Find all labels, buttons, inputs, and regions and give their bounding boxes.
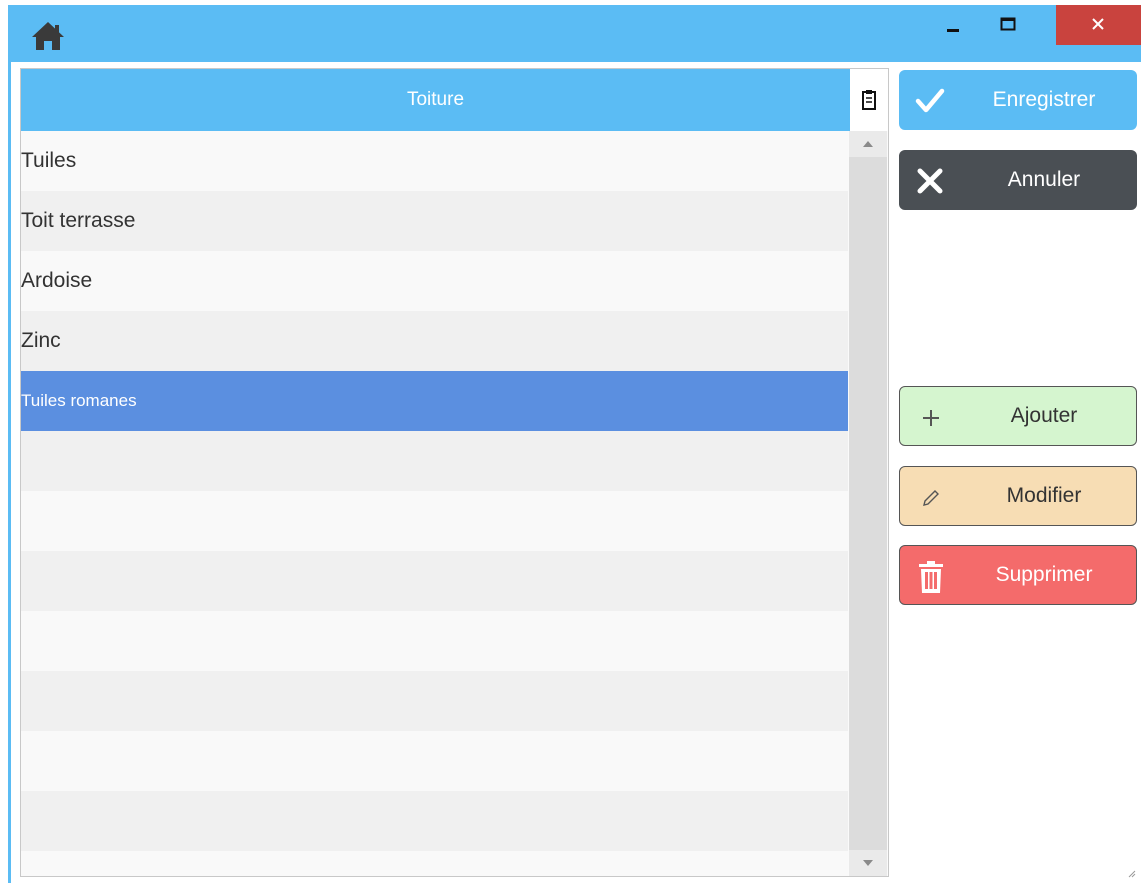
scroll-down-button[interactable]	[849, 850, 887, 876]
close-icon	[913, 164, 947, 198]
app-window: Toiture Tuiles Toit terrasse Ardoise Zin…	[0, 0, 1141, 883]
cell-toiture: Tuiles romanes	[21, 391, 137, 410]
table-row[interactable]: Zinc	[21, 311, 848, 371]
cell-toiture: Ardoise	[21, 269, 93, 292]
cell-toiture: Toit terrasse	[21, 209, 136, 232]
plus-icon	[914, 401, 948, 435]
table-body: Tuiles Toit terrasse Ardoise Zinc Tuiles…	[21, 131, 848, 876]
table-row[interactable]	[21, 791, 848, 851]
maximize-button[interactable]	[983, 5, 1033, 45]
minimize-icon	[947, 29, 959, 32]
edit-button[interactable]: Modifier	[899, 466, 1137, 526]
edit-label: Modifier	[1006, 484, 1082, 507]
delete-button[interactable]: Supprimer	[899, 545, 1137, 605]
save-label: Enregistrer	[992, 88, 1096, 111]
close-button[interactable]	[1056, 5, 1141, 45]
table-row[interactable]	[21, 431, 848, 491]
cancel-label: Annuler	[1007, 168, 1081, 191]
minimize-button[interactable]	[928, 5, 978, 45]
table-row[interactable]	[21, 731, 848, 791]
arrow-up-icon	[863, 141, 873, 147]
cancel-button[interactable]: Annuler	[899, 150, 1137, 210]
table-row[interactable]	[21, 671, 848, 731]
window-border	[8, 62, 11, 883]
pencil-icon	[914, 481, 948, 515]
column-chooser-button[interactable]	[850, 69, 888, 131]
cell-toiture: Zinc	[21, 329, 61, 352]
column-header-label: Toiture	[406, 89, 465, 110]
checkmark-icon	[913, 84, 947, 118]
cell-toiture: Tuiles	[21, 149, 77, 172]
resize-grip-icon[interactable]	[1126, 868, 1136, 878]
save-button[interactable]: Enregistrer	[899, 70, 1137, 130]
arrow-down-icon	[863, 860, 873, 866]
add-button[interactable]: Ajouter	[899, 386, 1137, 446]
table-row[interactable]	[21, 611, 848, 671]
vertical-scrollbar[interactable]	[849, 131, 887, 876]
delete-label: Supprimer	[995, 563, 1093, 586]
table-row[interactable]	[21, 491, 848, 551]
clipboard-icon	[862, 90, 876, 110]
maximize-icon	[1000, 17, 1016, 31]
table-row[interactable]	[21, 551, 848, 611]
scroll-up-button[interactable]	[849, 131, 887, 157]
table-row[interactable]: Tuiles	[21, 131, 848, 191]
table-row-selected[interactable]: Tuiles romanes	[21, 371, 848, 431]
column-header-toiture[interactable]: Toiture	[21, 69, 850, 131]
home-icon[interactable]	[28, 19, 68, 53]
add-label: Ajouter	[1010, 404, 1078, 427]
table-row[interactable]: Ardoise	[21, 251, 848, 311]
data-grid[interactable]: Toiture Tuiles Toit terrasse Ardoise Zin…	[20, 68, 889, 877]
title-bar[interactable]	[8, 5, 1141, 62]
table-row[interactable]	[21, 851, 848, 876]
table-row[interactable]: Toit terrasse	[21, 191, 848, 251]
trash-icon	[914, 560, 948, 594]
close-icon	[1092, 18, 1104, 30]
